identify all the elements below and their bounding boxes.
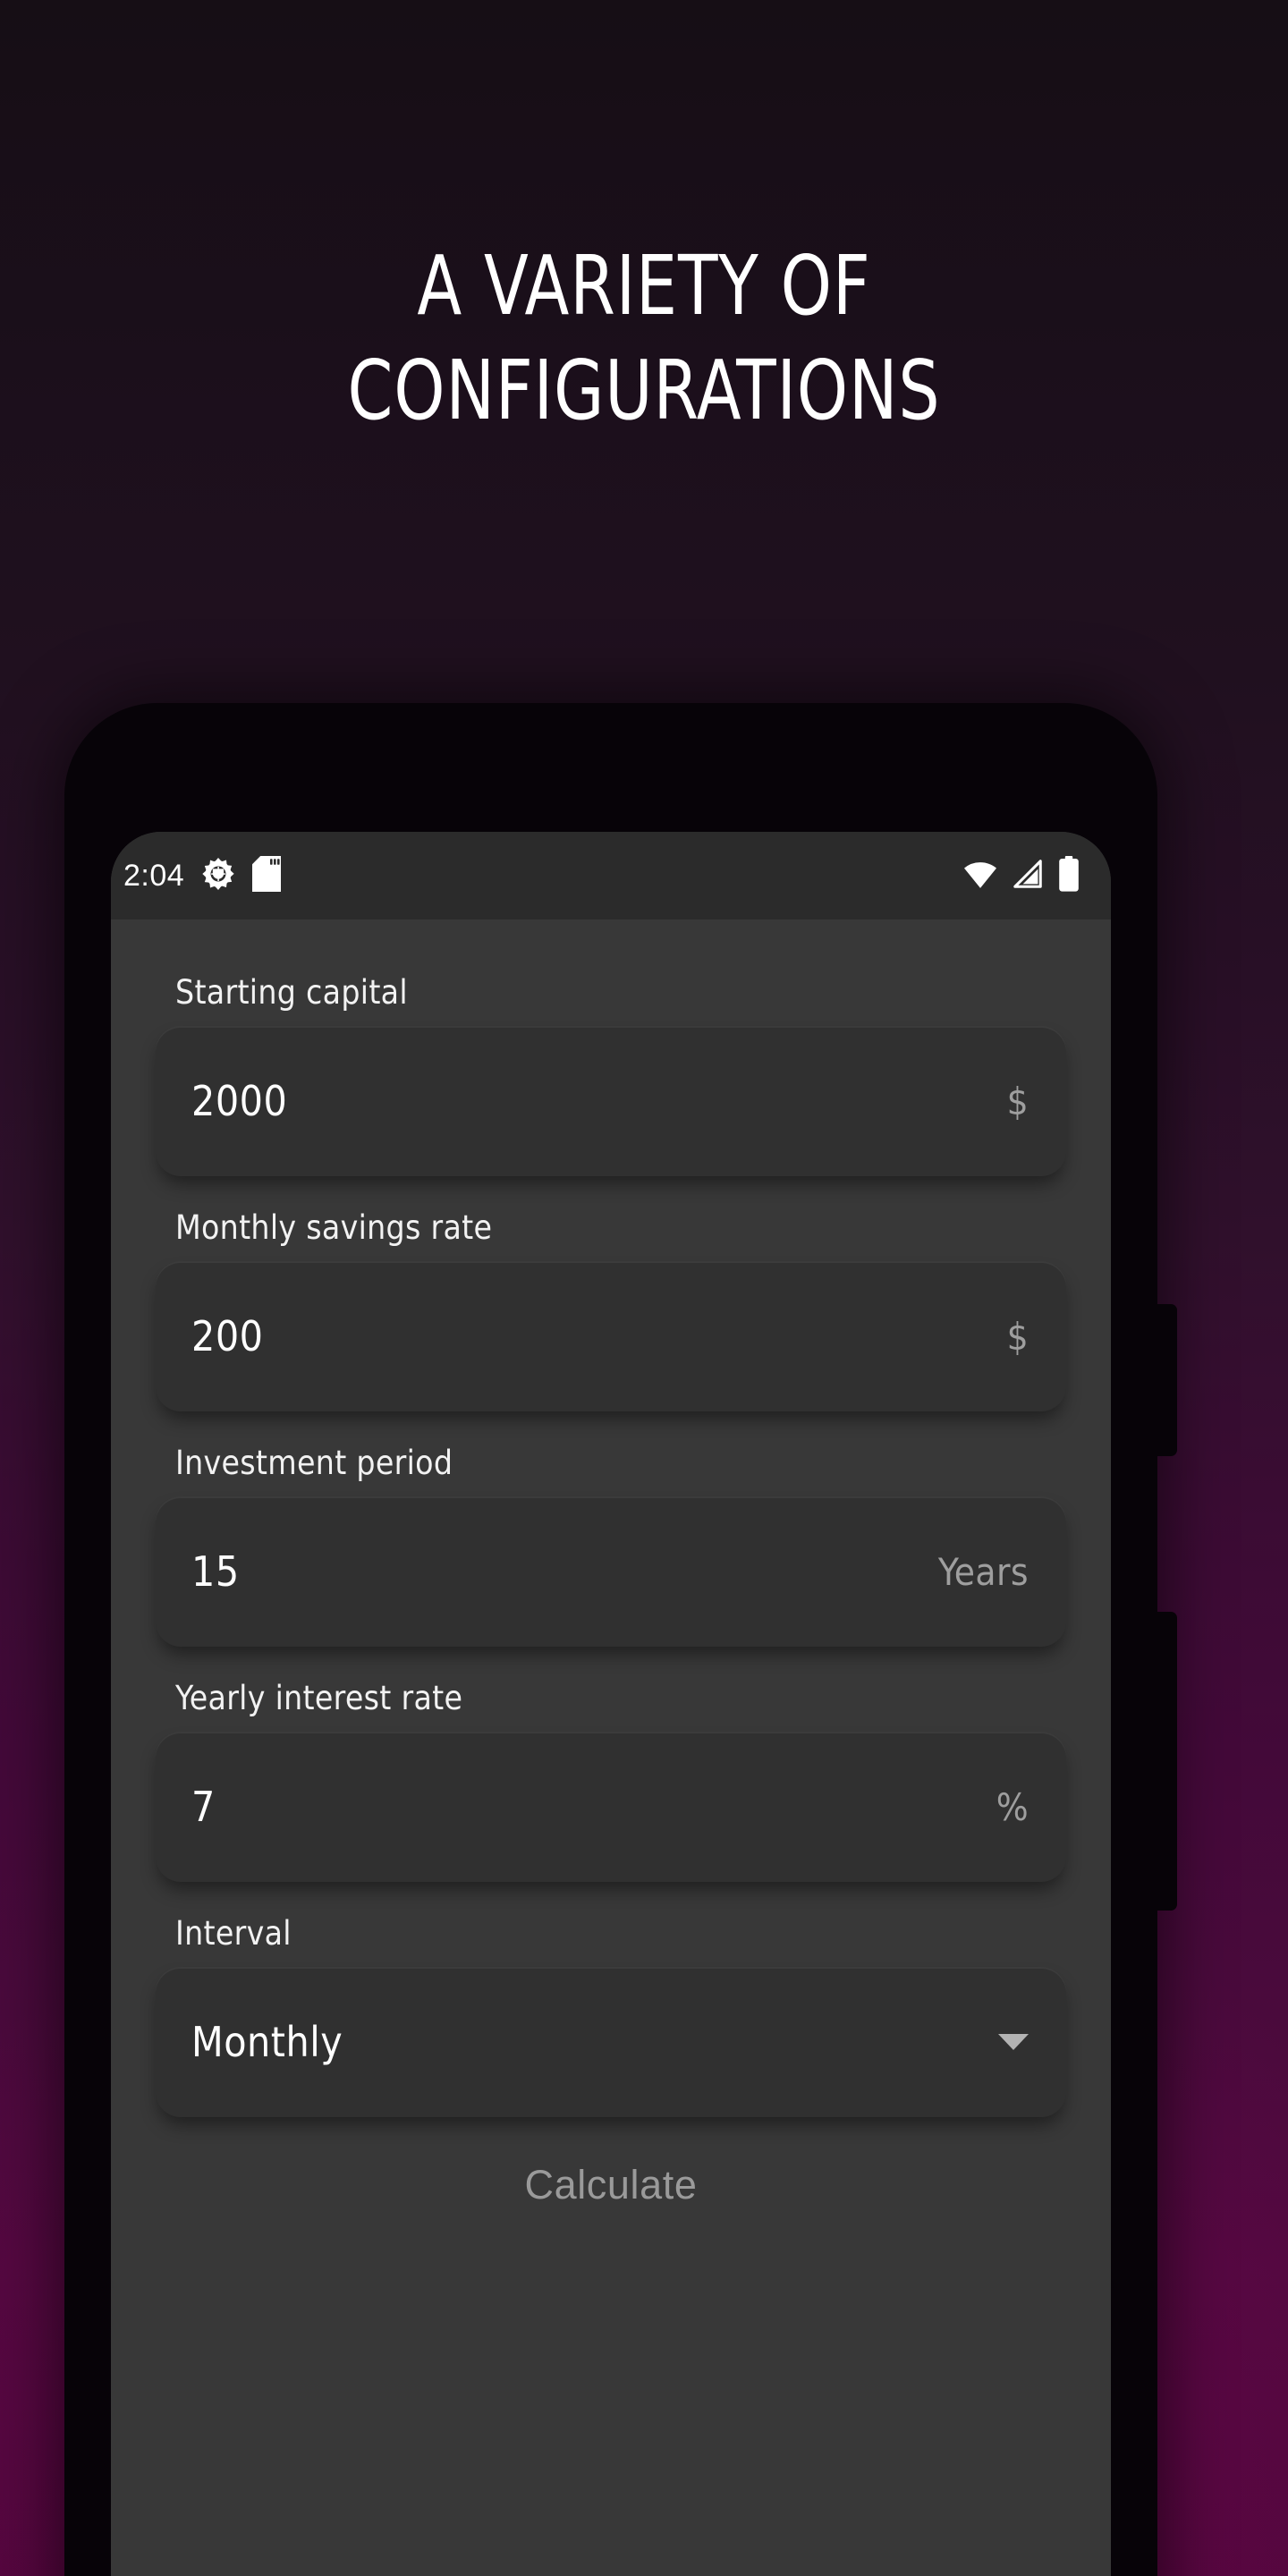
label-starting-capital: Starting capital xyxy=(175,973,408,1012)
app-content: Starting capital 2000 $ Monthly savings … xyxy=(111,919,1111,2221)
value-monthly-savings-rate: 200 xyxy=(191,1312,264,1360)
calculate-row: Calculate xyxy=(156,2149,1066,2221)
field-group-monthly-savings-rate: Monthly savings rate 200 $ xyxy=(156,1208,1066,1411)
adb-debug-icon xyxy=(200,856,236,896)
suffix-yearly-interest-rate: % xyxy=(996,1784,1029,1829)
value-investment-period: 15 xyxy=(191,1547,240,1596)
field-group-starting-capital: Starting capital 2000 $ xyxy=(156,973,1066,1176)
input-yearly-interest-rate[interactable]: 7 % xyxy=(156,1732,1066,1882)
cellular-signal-icon xyxy=(1011,857,1045,895)
label-yearly-interest-rate: Yearly interest rate xyxy=(175,1679,463,1717)
volume-button[interactable] xyxy=(1157,1304,1177,1456)
input-monthly-savings-rate[interactable]: 200 $ xyxy=(156,1261,1066,1411)
value-interval: Monthly xyxy=(191,2018,343,2066)
chevron-down-icon[interactable] xyxy=(998,2034,1029,2050)
suffix-monthly-savings-rate: $ xyxy=(1006,1314,1029,1359)
power-button[interactable] xyxy=(1157,1612,1177,1911)
value-starting-capital: 2000 xyxy=(191,1077,288,1125)
promo-headline: A VARIETY OF CONFIGURATIONS xyxy=(77,234,1210,444)
suffix-investment-period: Years xyxy=(937,1549,1029,1594)
status-bar: 2:04 xyxy=(111,832,1111,919)
phone-screen: 2:04 Starting capital 2000 $ Monthly sav… xyxy=(111,832,1111,2576)
label-interval: Interval xyxy=(175,1914,292,1953)
wifi-icon xyxy=(962,856,998,896)
status-bar-clock: 2:04 xyxy=(123,858,185,893)
label-monthly-savings-rate: Monthly savings rate xyxy=(175,1208,493,1247)
field-group-interval: Interval Monthly xyxy=(156,1914,1066,2117)
value-yearly-interest-rate: 7 xyxy=(191,1783,216,1831)
field-group-investment-period: Investment period 15 Years xyxy=(156,1444,1066,1647)
status-bar-left: 2:04 xyxy=(123,855,282,896)
input-starting-capital[interactable]: 2000 $ xyxy=(156,1026,1066,1176)
input-investment-period[interactable]: 15 Years xyxy=(156,1496,1066,1647)
phone-mockup: 2:04 Starting capital 2000 $ Monthly sav… xyxy=(64,703,1177,2576)
field-group-yearly-interest-rate: Yearly interest rate 7 % xyxy=(156,1679,1066,1882)
promo-screenshot: A VARIETY OF CONFIGURATIONS 2:04 Startin… xyxy=(0,0,1288,2576)
suffix-starting-capital: $ xyxy=(1006,1079,1029,1123)
headline-line-2: CONFIGURATIONS xyxy=(347,342,941,438)
status-bar-right xyxy=(962,855,1080,896)
battery-icon xyxy=(1057,855,1080,896)
headline-line-1: A VARIETY OF xyxy=(417,238,871,334)
sd-card-icon xyxy=(252,855,282,896)
calculate-button[interactable]: Calculate xyxy=(488,2149,733,2221)
dropdown-interval[interactable]: Monthly xyxy=(156,1967,1066,2117)
label-investment-period: Investment period xyxy=(175,1444,453,1482)
